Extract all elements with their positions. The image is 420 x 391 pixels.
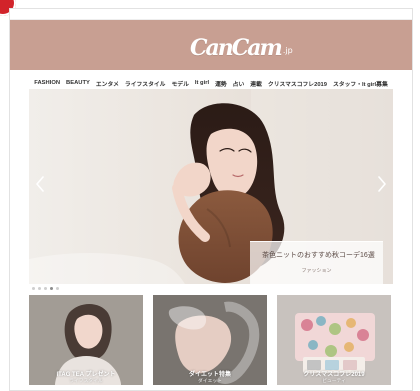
hero-caption-tag: ファッション [301,268,332,274]
nav-item-lifestyle[interactable]: ライフスタイル [125,79,166,88]
page: CanCam .jp FASHION BEAUTY エンタメ ライフスタイル モ… [9,8,413,391]
top-strip [10,9,412,20]
nav-item-christmas-coffret[interactable]: クリスマスコフレ2019 [268,79,327,88]
featured-cards: ITAG TEA プレゼント ライフスタイル ダイエット特集 ダイエット クリス… [29,295,393,385]
site-logo[interactable]: CanCam .jp [190,29,293,61]
carousel-dots [32,285,59,291]
carousel-prev-button[interactable] [31,171,49,197]
card-tag: ダイエット [198,379,222,384]
nav-item-entame[interactable]: エンタメ [96,79,119,88]
nav-item-unsei[interactable]: 運勢 [215,79,227,88]
card-diet[interactable]: ダイエット特集 ダイエット [153,295,267,385]
carousel-dot[interactable] [44,286,47,290]
hero-caption[interactable]: 茶色ニットのおすすめ秋コーデ16選 ファッション [250,241,383,284]
card-christmas-coffret[interactable]: クリスマスコフレ2019 ビューティ [277,295,391,385]
browser-frame: CanCam .jp FASHION BEAUTY エンタメ ライフスタイル モ… [0,0,420,391]
nav-item-fashion[interactable]: FASHION [34,80,60,86]
chevron-right-icon [378,176,386,192]
carousel-next-button[interactable] [373,171,391,197]
nav-item-it-girl[interactable]: It girl [195,80,209,86]
nav-item-uranai[interactable]: 占い [233,79,245,88]
card-tag: ライフスタイル [69,379,103,384]
logo-text: CanCam [190,35,283,61]
nav-item-model[interactable]: モデル [171,79,188,88]
hero-caption-title: 茶色ニットのおすすめ秋コーデ16選 [262,252,375,259]
carousel-dot[interactable] [56,286,59,290]
card-tag: ビューティ [322,379,346,384]
site-header: CanCam .jp [10,20,412,70]
carousel-dot[interactable] [32,286,35,290]
chevron-left-icon [36,176,44,192]
carousel-dot[interactable] [38,286,41,290]
nav-item-rensai[interactable]: 連載 [250,79,262,88]
nav-item-staff-recruit[interactable]: スタッフ・It girl募集 [333,79,388,88]
carousel-dot-active[interactable] [50,286,53,290]
hero-carousel[interactable]: 茶色ニットのおすすめ秋コーデ16選 ファッション [29,89,393,284]
logo-suffix: .jp [282,46,293,55]
card-itag-tea[interactable]: ITAG TEA プレゼント ライフスタイル [29,295,143,385]
nav-item-beauty[interactable]: BEAUTY [66,80,90,86]
